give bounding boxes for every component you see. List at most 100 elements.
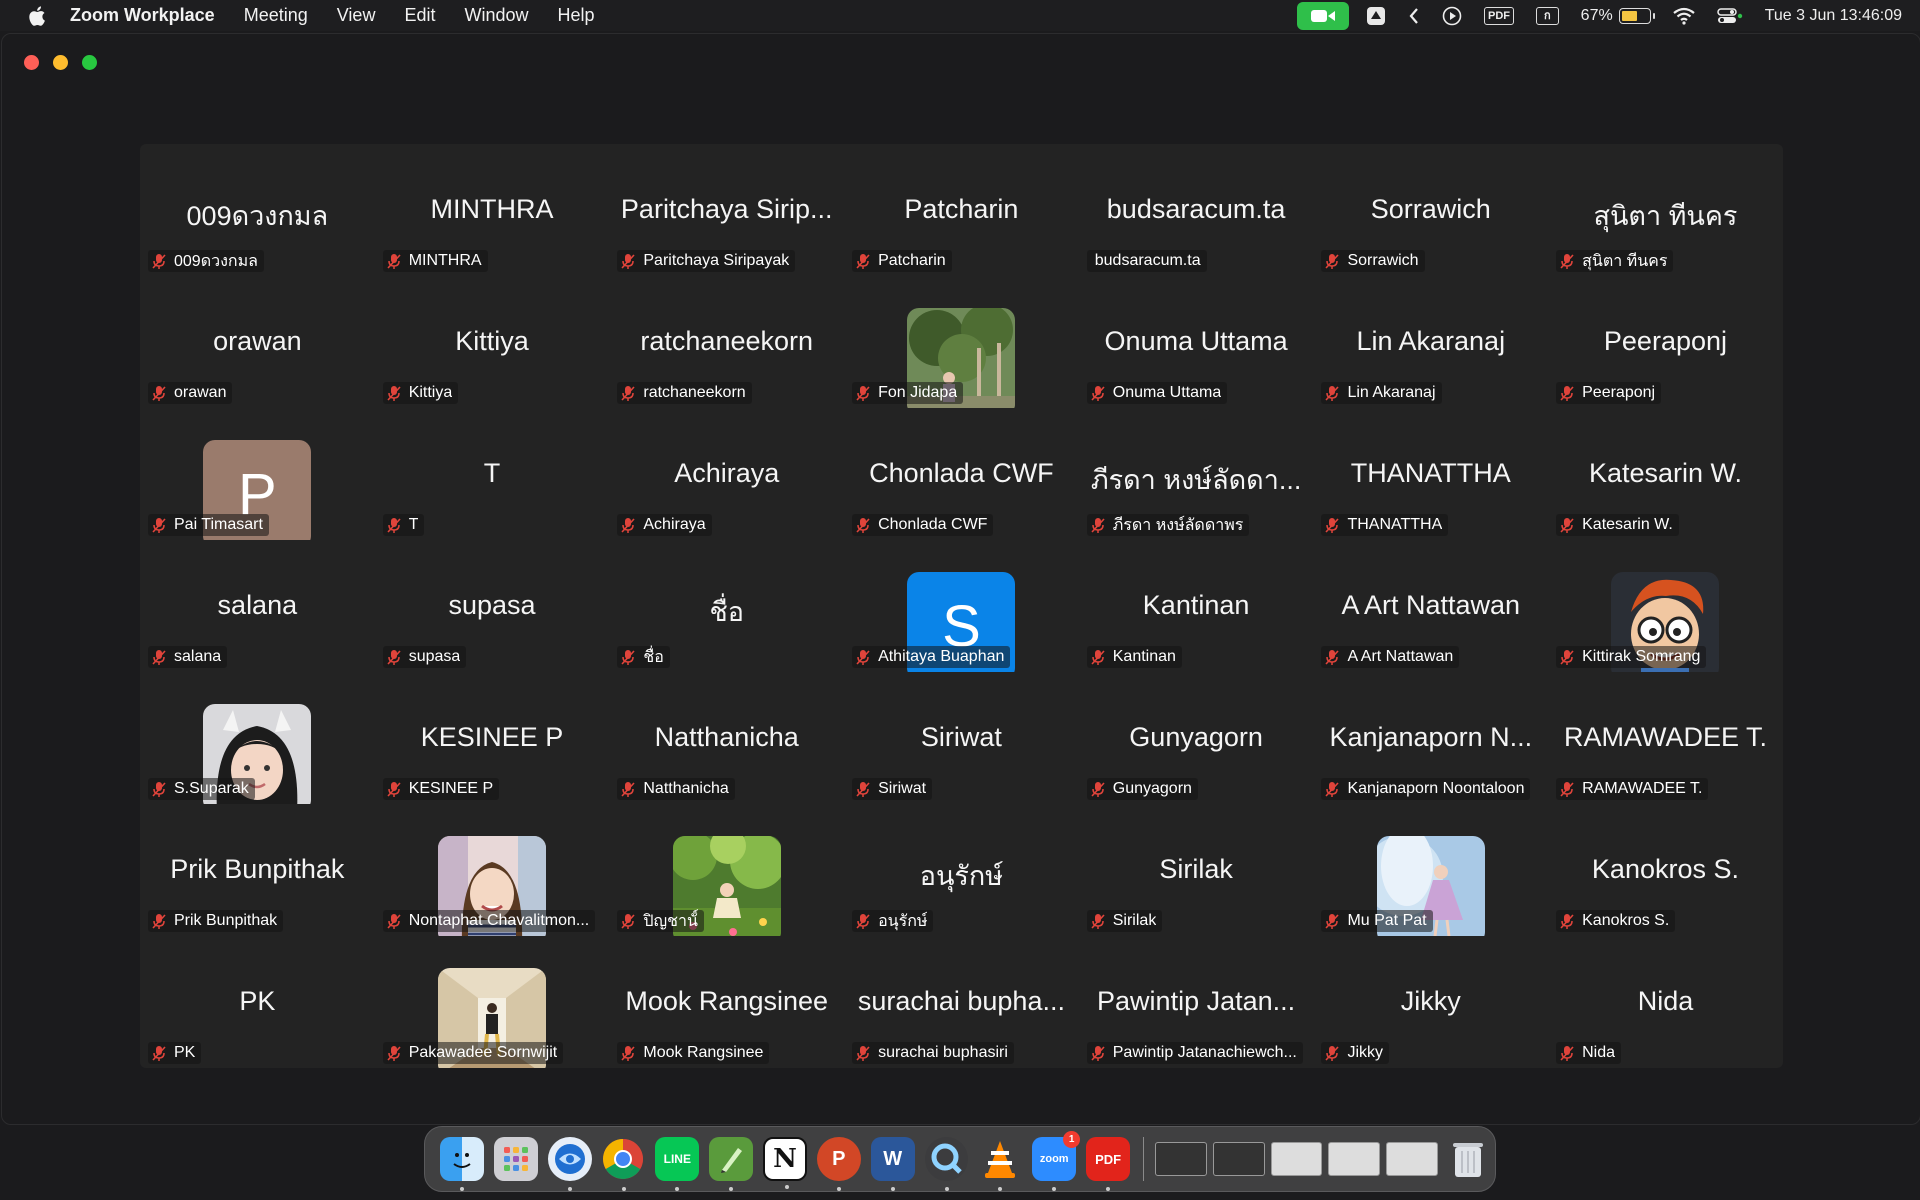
participant-tile[interactable]: Sorrawich Sorrawich	[1313, 144, 1548, 276]
camera-in-use-icon[interactable]	[1297, 1, 1349, 30]
participant-tile[interactable]: orawan orawan	[140, 276, 375, 408]
chevron-left-icon[interactable]	[1408, 7, 1420, 25]
battery-status[interactable]: 67%	[1581, 7, 1655, 25]
participant-tile[interactable]: Mook Rangsinee Mook Rangsinee	[609, 936, 844, 1068]
participant-name: Peeraponj	[1582, 384, 1656, 401]
menu-edit[interactable]: Edit	[404, 5, 435, 26]
participant-display-name: MINTHRA	[430, 194, 554, 224]
participant-tile[interactable]: 009ดวงกมล 009ดวงกมล	[140, 144, 375, 276]
participant-tile[interactable]: Siriwat Siriwat	[844, 672, 1079, 804]
participant-tile[interactable]: A Art Nattawan A Art Nattawan	[1313, 540, 1548, 672]
participant-tile[interactable]: Mu Pat Pat	[1313, 804, 1548, 936]
minimized-window-thumbnail[interactable]	[1328, 1142, 1381, 1176]
participant-tile[interactable]: Pawintip Jatan... Pawintip Jatanachiewch.…	[1079, 936, 1314, 1068]
participant-tile[interactable]: RAMAWADEE T. RAMAWADEE T.	[1548, 672, 1783, 804]
participant-tile[interactable]: Lin Akaranaj Lin Akaranaj	[1313, 276, 1548, 408]
trash-icon[interactable]	[1446, 1137, 1490, 1181]
participant-tile[interactable]: Kanokros S. Kanokros S.	[1548, 804, 1783, 936]
minimized-window-thumbnail[interactable]	[1154, 1142, 1207, 1176]
participant-display-name: Prik Bunpithak	[170, 854, 345, 884]
participant-tile[interactable]: KESINEE P KESINEE P	[375, 672, 610, 804]
participant-tile[interactable]: supasa supasa	[375, 540, 610, 672]
chrome-icon[interactable]	[602, 1137, 646, 1191]
input-source-icon[interactable]: ก	[1536, 6, 1559, 25]
script-editor-icon[interactable]	[709, 1137, 754, 1191]
participant-name: Pawintip Jatanachiewch...	[1112, 1044, 1297, 1061]
quicktime-icon[interactable]	[924, 1137, 969, 1191]
participant-tile[interactable]: PK PK	[140, 936, 375, 1068]
participant-tile[interactable]: Gunyagorn Gunyagorn	[1079, 672, 1314, 804]
participant-tile[interactable]: ปิญชานั์	[609, 804, 844, 936]
line-icon[interactable]: LINE	[655, 1137, 700, 1191]
participant-tile[interactable]: สุนิตา ทีนคร สุนิตา ทีนคร	[1548, 144, 1783, 276]
participant-tile[interactable]: Katesarin W. Katesarin W.	[1548, 408, 1783, 540]
apple-icon[interactable]	[26, 4, 50, 28]
participant-tile[interactable]: Chonlada CWF Chonlada CWF	[844, 408, 1079, 540]
participant-tile[interactable]: Jikky Jikky	[1313, 936, 1548, 1068]
participant-tile[interactable]: ภีรดา หงษ์ลัดดา... ภีรดา หงษ์ลัดดาพร	[1079, 408, 1314, 540]
participant-tile[interactable]: Kittirak Somrang	[1548, 540, 1783, 672]
pdf-expert-icon[interactable]: PDF	[1086, 1137, 1130, 1191]
participant-tile[interactable]: Nontaphat Chavalitmon...	[375, 804, 610, 936]
participant-tile[interactable]: Kittiya Kittiya	[375, 276, 610, 408]
participant-tile[interactable]: Kanjanaporn N... Kanjanaporn Noontaloon	[1313, 672, 1548, 804]
participant-tile[interactable]: salana salana	[140, 540, 375, 672]
participant-tile[interactable]: Fon Jidapa	[844, 276, 1079, 408]
thunderbird-icon[interactable]	[547, 1137, 592, 1191]
participant-tile[interactable]: Prik Bunpithak Prik Bunpithak	[140, 804, 375, 936]
participant-tile[interactable]: TT	[375, 408, 610, 540]
participant-tile[interactable]: THANATTHA THANATTHA	[1313, 408, 1548, 540]
participant-tile[interactable]: Natthanicha Natthanicha	[609, 672, 844, 804]
participant-tile[interactable]: S.Suparak	[140, 672, 375, 804]
participant-tile[interactable]: P Pai Timasart	[140, 408, 375, 540]
fullscreen-window-button[interactable]	[82, 55, 97, 70]
control-center-icon[interactable]	[1716, 7, 1743, 25]
participant-tile[interactable]: Sirilak Sirilak	[1079, 804, 1314, 936]
minimized-window-thumbnail[interactable]	[1386, 1142, 1439, 1176]
pdf-menu-icon[interactable]: PDF	[1484, 6, 1514, 25]
clock[interactable]: Tue 3 Jun 13:46:09	[1765, 7, 1902, 25]
minimized-window-thumbnail[interactable]	[1212, 1142, 1265, 1176]
participant-display-name: Chonlada CWF	[869, 458, 1054, 488]
notion-icon[interactable]: N	[763, 1137, 807, 1189]
participant-tile[interactable]: อนุรักษ์ อนุรักษ์	[844, 804, 1079, 936]
app-menu[interactable]: Zoom Workplace	[70, 5, 215, 26]
menu-help[interactable]: Help	[558, 5, 595, 26]
participant-tile[interactable]: Paritchaya Sirip... Paritchaya Siripayak	[609, 144, 844, 276]
participant-tile[interactable]: Nida Nida	[1548, 936, 1783, 1068]
vlc-icon[interactable]	[978, 1137, 1022, 1191]
wifi-icon[interactable]	[1673, 7, 1695, 25]
finder-icon[interactable]	[440, 1137, 484, 1191]
participant-tile[interactable]: Pakawadee Sornwijit	[375, 936, 610, 1068]
participant-tile[interactable]: ชื่อ ชื่อ	[609, 540, 844, 672]
participant-tile[interactable]: budsaracum.ta budsaracum.ta	[1079, 144, 1314, 276]
participant-tile[interactable]: ratchaneekorn ratchaneekorn	[609, 276, 844, 408]
participant-tile[interactable]: Onuma Uttama Onuma Uttama	[1079, 276, 1314, 408]
minimize-window-button[interactable]	[53, 55, 68, 70]
participant-tile[interactable]: Achiraya Achiraya	[609, 408, 844, 540]
play-icon[interactable]	[1442, 6, 1462, 26]
word-icon[interactable]: W	[870, 1137, 915, 1191]
participant-name-label: Chonlada CWF	[852, 514, 994, 536]
menu-meeting[interactable]: Meeting	[244, 5, 308, 26]
close-window-button[interactable]	[24, 55, 39, 70]
participant-display-name: Mook Rangsinee	[625, 986, 829, 1016]
menu-view[interactable]: View	[337, 5, 376, 26]
minimized-window-thumbnail[interactable]	[1270, 1142, 1323, 1176]
participant-tile[interactable]: Patcharin Patcharin	[844, 144, 1079, 276]
zoom-icon[interactable]: zoom 1	[1032, 1131, 1081, 1191]
participant-tile[interactable]: surachai bupha... surachai buphasiri	[844, 936, 1079, 1068]
powerpoint-icon[interactable]: P	[816, 1137, 861, 1191]
notion-label: N	[773, 1144, 797, 1174]
participant-tile[interactable]: Kantinan Kantinan	[1079, 540, 1314, 672]
participant-display-name: THANATTHA	[1350, 458, 1511, 488]
participant-tile[interactable]: MINTHRA MINTHRA	[375, 144, 610, 276]
participant-display-name: Sirilak	[1159, 854, 1233, 884]
participant-tile[interactable]: Peeraponj Peeraponj	[1548, 276, 1783, 408]
drive-icon[interactable]	[1366, 6, 1386, 26]
participant-tile[interactable]: S Athitaya Buaphan	[844, 540, 1079, 672]
participant-name: Kanokros S.	[1582, 912, 1670, 929]
participant-name: Pai Timasart	[174, 516, 263, 533]
launchpad-icon[interactable]	[493, 1137, 538, 1181]
menu-window[interactable]: Window	[464, 5, 528, 26]
